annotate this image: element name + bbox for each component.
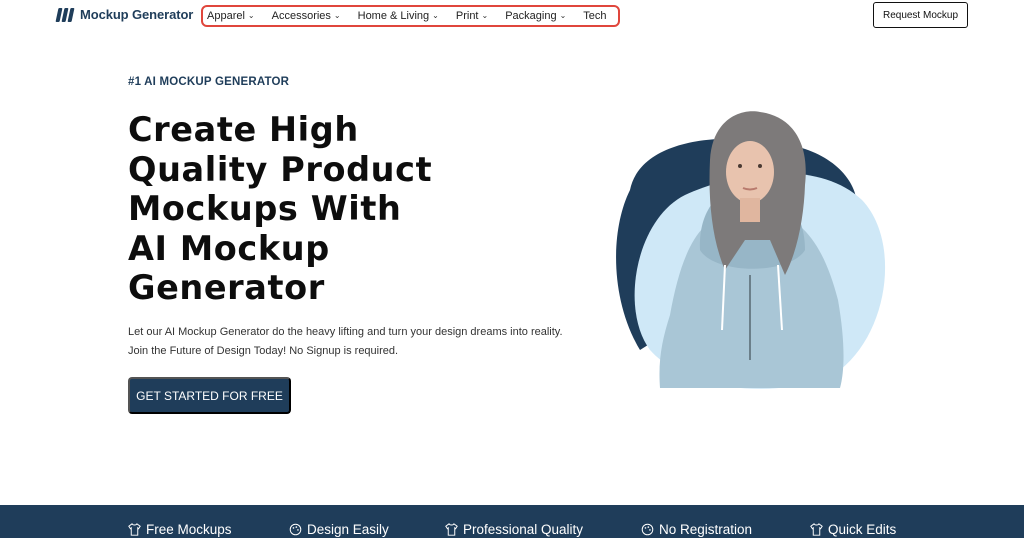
feature-quick-edits: Quick Edits <box>810 522 896 537</box>
nav-item-label: Packaging <box>505 10 557 22</box>
chevron-down-icon: ⌄ <box>333 10 341 20</box>
face-shape <box>726 141 774 203</box>
neck-shape <box>740 198 760 222</box>
palette-icon <box>289 523 302 536</box>
get-started-button[interactable]: GET STARTED FOR FREE <box>128 377 291 414</box>
feature-no-registration: No Registration <box>641 522 752 537</box>
tshirt-icon <box>445 523 458 536</box>
hero-title-line: Quality Product <box>128 149 433 189</box>
feature-label: Design Easily <box>307 522 389 537</box>
nav-item-home-living[interactable]: Home & Living ⌄ <box>358 10 439 22</box>
brand-logo[interactable]: Mockup Generator <box>55 7 194 22</box>
tshirt-icon <box>810 523 823 536</box>
hero-title-line: Mockups With <box>128 189 402 228</box>
tshirt-icon <box>128 523 141 536</box>
features-bar: Free Mockups Design Easily Professional … <box>0 505 1024 538</box>
hero-eyebrow: #1 AI MOCKUP GENERATOR <box>128 76 290 88</box>
chevron-down-icon: ⌄ <box>247 10 255 20</box>
hero-description-line: Let our AI Mockup Generator do the heavy… <box>128 326 563 338</box>
feature-label: Quick Edits <box>828 522 897 537</box>
logo-mark-icon <box>55 7 75 22</box>
main-nav: Apparel ⌄ Accessories ⌄ Home & Living ⌄ … <box>201 5 620 27</box>
feature-label: No Registration <box>659 522 753 537</box>
feature-label: Free Mockups <box>146 522 232 537</box>
feature-professional-quality: Professional Quality <box>445 522 583 537</box>
hero-title-line: Create High <box>128 110 359 149</box>
nav-item-apparel[interactable]: Apparel ⌄ <box>207 10 255 22</box>
brand-name: Mockup Generator <box>80 7 194 22</box>
hero-title-line: Generator <box>128 268 325 307</box>
nav-item-label: Tech <box>583 10 607 22</box>
feature-design-easily: Design Easily <box>289 522 389 537</box>
nav-item-label: Accessories <box>271 10 331 22</box>
nav-item-packaging[interactable]: Packaging ⌄ <box>505 10 566 22</box>
nav-item-label: Home & Living <box>357 10 430 22</box>
site-header: Mockup Generator Apparel ⌄ Accessories ⌄… <box>0 0 1024 32</box>
nav-item-tech[interactable]: Tech <box>583 10 606 22</box>
chevron-down-icon: ⌄ <box>481 10 489 20</box>
hero-title-line: AI Mockup <box>128 228 330 268</box>
hero-description-line: Join the Future of Design Today! No Sign… <box>128 345 399 357</box>
palette-icon <box>641 523 654 536</box>
nav-item-print[interactable]: Print ⌄ <box>456 10 488 22</box>
hero-description: Let our AI Mockup Generator do the heavy… <box>128 323 588 361</box>
chevron-down-icon: ⌄ <box>432 10 439 20</box>
chevron-down-icon: ⌄ <box>559 10 567 20</box>
request-mockup-button[interactable]: Request Mockup <box>873 2 968 28</box>
nav-item-accessories[interactable]: Accessories ⌄ <box>272 10 341 22</box>
nav-item-label: Apparel <box>207 10 245 22</box>
hero-title: Create High Quality Product Mockups With… <box>128 110 588 308</box>
feature-free-mockups: Free Mockups <box>128 522 232 537</box>
hero-model-image <box>616 111 886 389</box>
feature-label: Professional Quality <box>463 522 584 537</box>
nav-item-label: Print <box>455 10 479 22</box>
